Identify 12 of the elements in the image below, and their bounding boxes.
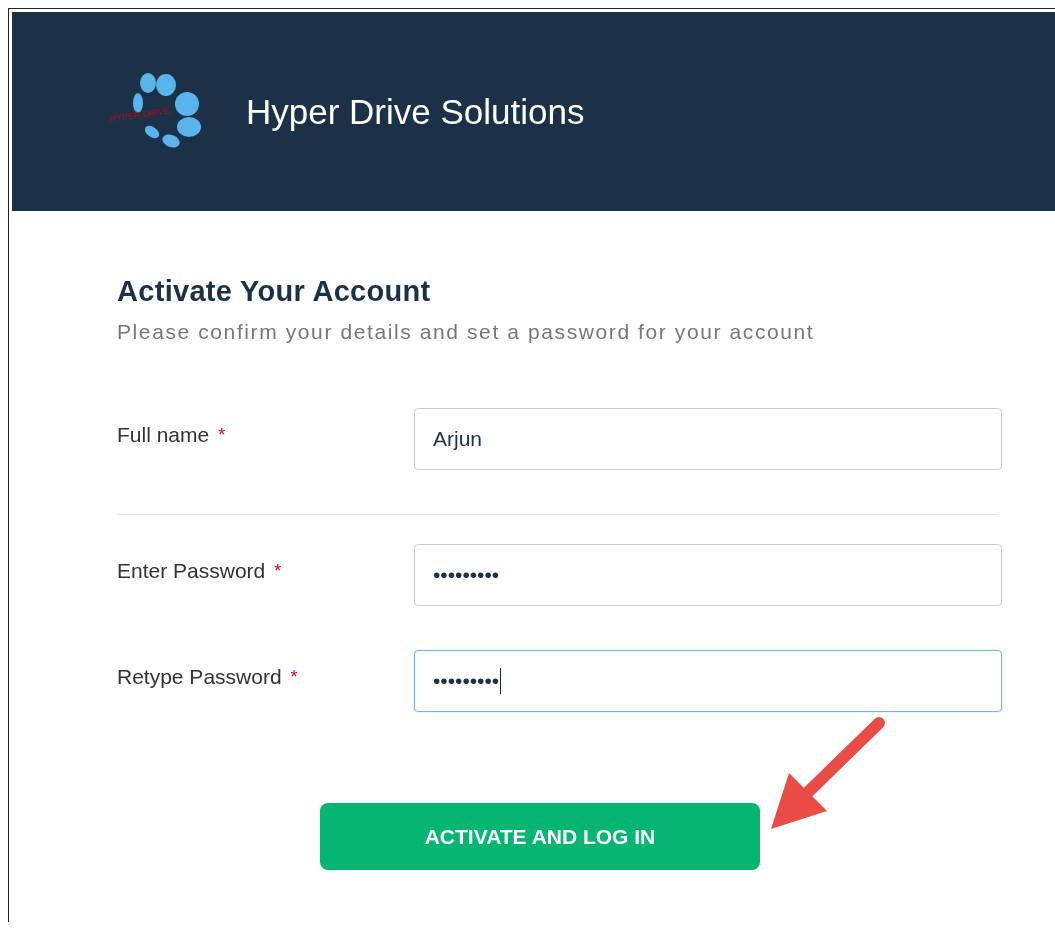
form-title: Activate Your Account (117, 275, 432, 308)
input-field[interactable]: ••••••••• (414, 650, 1002, 712)
form-subtitle: Please confirm your details and set a password for your account (117, 320, 816, 344)
required-mark: * (218, 424, 226, 446)
app-title: Hyper Drive Solutions (246, 91, 585, 132)
required-mark: * (290, 666, 298, 688)
field-label: Full name (117, 423, 210, 447)
field-label: Retype Password (117, 665, 282, 689)
field-label: Enter Password (117, 559, 266, 583)
input-field[interactable]: Arjun (414, 408, 1002, 470)
input-field[interactable]: ••••••••• (414, 544, 1002, 606)
required-mark: * (274, 560, 282, 582)
